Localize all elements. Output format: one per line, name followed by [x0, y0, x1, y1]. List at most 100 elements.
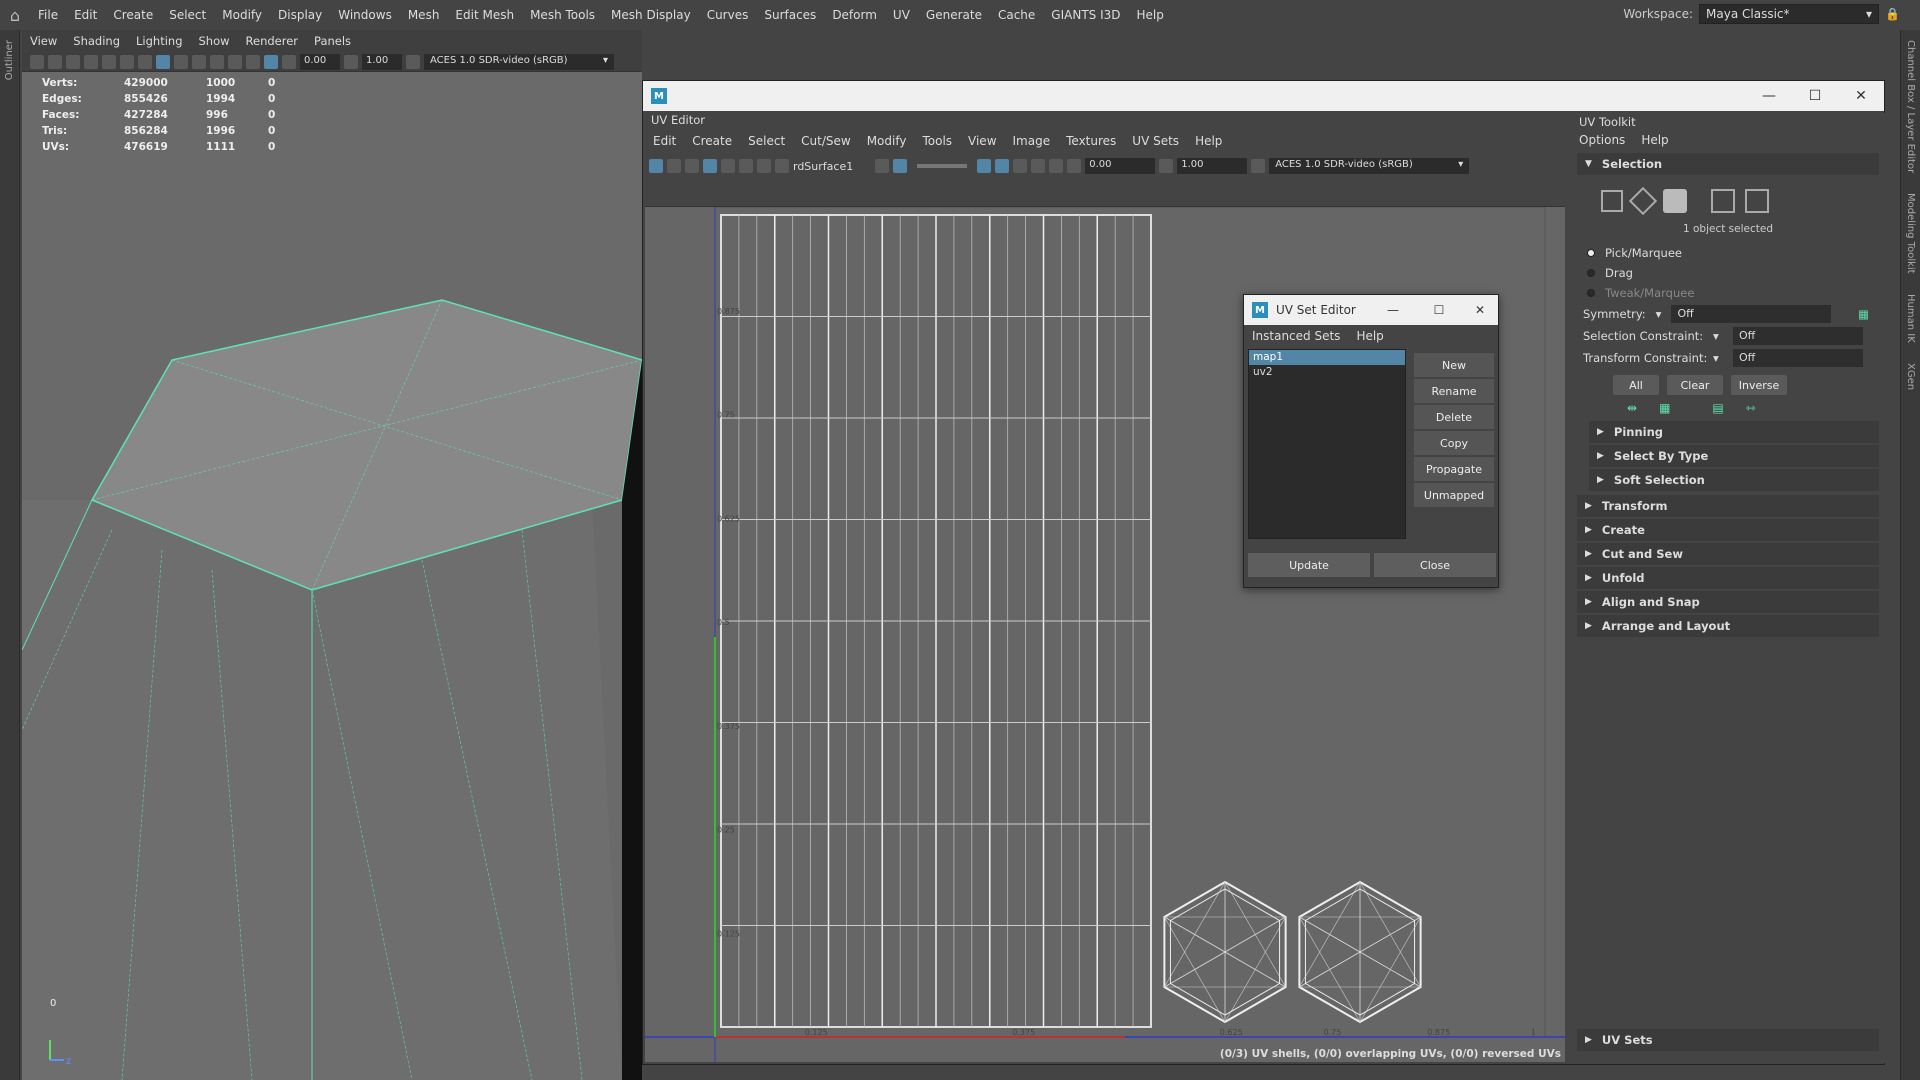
uvset-menu-help[interactable]: Help — [1348, 329, 1391, 343]
shrink-selection-icon[interactable]: ▦ — [1659, 401, 1670, 419]
mode-drag[interactable]: Drag — [1571, 263, 1885, 283]
menu-edit[interactable]: Edit — [66, 8, 105, 22]
radio-button[interactable] — [1587, 269, 1595, 277]
film-gate-icon[interactable] — [120, 54, 134, 69]
new-button[interactable]: New — [1414, 353, 1494, 377]
gamma-icon[interactable] — [1159, 159, 1174, 173]
outliner-strip[interactable]: Outliner — [0, 30, 20, 1080]
object-select-icon[interactable] — [1663, 189, 1687, 213]
image-ratio-slider[interactable] — [917, 164, 968, 168]
subsection-select-by-type[interactable]: ▶ Select By Type — [1589, 445, 1879, 467]
uv-menu-textures[interactable]: Textures — [1058, 134, 1124, 148]
menu-help[interactable]: Help — [1129, 8, 1172, 22]
select-border-icon[interactable]: ▤ — [1712, 401, 1723, 419]
symmetry-dropdown[interactable]: Off — [1671, 305, 1832, 323]
section-unfold[interactable]: ▶ Unfold — [1577, 567, 1879, 589]
section-arrange-and-layout[interactable]: ▶ Arrange and Layout — [1577, 615, 1879, 637]
menu-deform[interactable]: Deform — [824, 8, 885, 22]
exposure-icon[interactable] — [282, 54, 296, 69]
symmetry-options-icon[interactable]: ▦ — [1858, 307, 1869, 321]
menu-create[interactable]: Create — [105, 8, 161, 22]
copy-button[interactable]: Copy — [1414, 431, 1494, 455]
rename-button[interactable]: Rename — [1414, 379, 1494, 403]
uv-menu-view[interactable]: View — [960, 134, 1004, 148]
radio-button[interactable] — [1587, 249, 1595, 257]
wireframe-on-shaded-icon[interactable] — [156, 54, 170, 69]
workspace-dropdown[interactable]: Maya Classic* ▾ — [1699, 4, 1880, 24]
uv-menu-modify[interactable]: Modify — [859, 134, 915, 148]
settings-icon[interactable] — [757, 159, 771, 173]
uv-menu-edit[interactable]: Edit — [645, 134, 684, 148]
clear-button[interactable]: Clear — [1667, 375, 1723, 395]
delete-button[interactable]: Delete — [1414, 405, 1494, 429]
gamma-field[interactable]: 1.00 — [362, 53, 402, 70]
chevron-down-icon[interactable]: ▾ — [1656, 307, 1662, 321]
edge-icon[interactable] — [1013, 159, 1028, 173]
menu-display[interactable]: Display — [270, 8, 330, 22]
menu-mesh-tools[interactable]: Mesh Tools — [522, 8, 603, 22]
update-button[interactable]: Update — [1248, 553, 1370, 577]
uv-menu-create[interactable]: Create — [684, 134, 740, 148]
uv-set-item[interactable]: uv2 — [1249, 365, 1405, 380]
menu-file[interactable]: File — [30, 8, 66, 22]
uv-colorspace-dropdown[interactable]: ACES 1.0 SDR-video (sRGB) ▾ — [1269, 158, 1470, 174]
viewport-menu-shading[interactable]: Shading — [65, 34, 128, 48]
lock-icon[interactable]: 🔒 — [1885, 7, 1900, 21]
viewport-menu-panels[interactable]: Panels — [306, 34, 359, 48]
menu-select[interactable]: Select — [161, 8, 214, 22]
uv-menu-uv-sets[interactable]: UV Sets — [1124, 134, 1187, 148]
minimize-icon[interactable]: — — [1746, 81, 1792, 111]
smooth-shade-icon[interactable] — [174, 54, 188, 69]
textured-icon[interactable] — [192, 54, 206, 69]
color-management-icon[interactable] — [1251, 159, 1266, 173]
side-tab-modeling-toolkit[interactable]: Modeling Toolkit — [1905, 193, 1916, 274]
uv-menu-tools[interactable]: Tools — [914, 134, 960, 148]
xray-icon[interactable] — [264, 54, 278, 69]
subsection-soft-selection[interactable]: ▶ Soft Selection — [1589, 469, 1879, 491]
shell-select-icon[interactable] — [1628, 186, 1658, 216]
mode-pick-marquee[interactable]: Pick/Marquee — [1571, 243, 1885, 263]
section-cut-and-sew[interactable]: ▶ Cut and Sew — [1577, 543, 1879, 565]
menu-surfaces[interactable]: Surfaces — [756, 8, 824, 22]
resolution-gate-icon[interactable] — [138, 54, 152, 69]
selection-section-header[interactable]: ▼ Selection — [1577, 153, 1879, 175]
side-tab-channel-box-layer-editor[interactable]: Channel Box / Layer Editor — [1905, 40, 1916, 173]
maximize-icon[interactable]: ☐ — [1792, 81, 1838, 111]
propagate-button[interactable]: Propagate — [1414, 457, 1494, 481]
uv-menu-select[interactable]: Select — [740, 134, 793, 148]
camera-icon[interactable] — [30, 54, 44, 69]
all-button[interactable]: All — [1613, 375, 1659, 395]
minimize-icon[interactable]: — — [1370, 303, 1416, 317]
isolate-select-icon[interactable] — [246, 54, 260, 69]
section-align-and-snap[interactable]: ▶ Align and Snap — [1577, 591, 1879, 613]
transform-constraint-dropdown[interactable]: Off — [1733, 349, 1863, 367]
menu-uv[interactable]: UV — [885, 8, 918, 22]
snap-icon[interactable] — [977, 159, 992, 173]
side-tab-human-ik[interactable]: Human IK — [1905, 294, 1916, 343]
subsection-pinning[interactable]: ▶ Pinning — [1589, 421, 1879, 443]
mode-tweak-marquee[interactable]: Tweak/Marquee — [1571, 283, 1885, 303]
uv-set-list[interactable]: map1 uv2 — [1248, 349, 1406, 539]
menu-generate[interactable]: Generate — [918, 8, 990, 22]
perspective-viewport[interactable]: View Shading Lighting Show Renderer Panels 0.… — [22, 30, 642, 1080]
menu-mesh-display[interactable]: Mesh Display — [603, 8, 699, 22]
uv-menu-image[interactable]: Image — [1005, 134, 1059, 148]
display-icon[interactable] — [995, 159, 1010, 173]
uvset-menu-instanced-sets[interactable]: Instanced Sets — [1244, 329, 1348, 343]
viewport-menu-show[interactable]: Show — [191, 34, 238, 48]
lights-icon[interactable] — [210, 54, 224, 69]
unmapped-button[interactable]: Unmapped — [1414, 483, 1494, 507]
selection-constraint-dropdown[interactable]: Off — [1733, 327, 1863, 345]
uv-menu-help[interactable]: Help — [1187, 134, 1230, 148]
close-icon[interactable]: ✕ — [1462, 303, 1498, 317]
uv-shell-icon[interactable] — [649, 159, 663, 173]
grid-icon[interactable] — [102, 54, 116, 69]
toolkit-menu-help[interactable]: Help — [1633, 133, 1676, 147]
section-transform[interactable]: ▶ Transform — [1577, 495, 1879, 517]
menu-windows[interactable]: Windows — [330, 8, 400, 22]
camera-attr-icon[interactable] — [48, 54, 62, 69]
texture-icon[interactable] — [721, 159, 735, 173]
uv-menu-cut-sew[interactable]: Cut/Sew — [793, 134, 859, 148]
menu-edit-mesh[interactable]: Edit Mesh — [447, 8, 522, 22]
maximize-icon[interactable]: ☐ — [1416, 303, 1462, 317]
